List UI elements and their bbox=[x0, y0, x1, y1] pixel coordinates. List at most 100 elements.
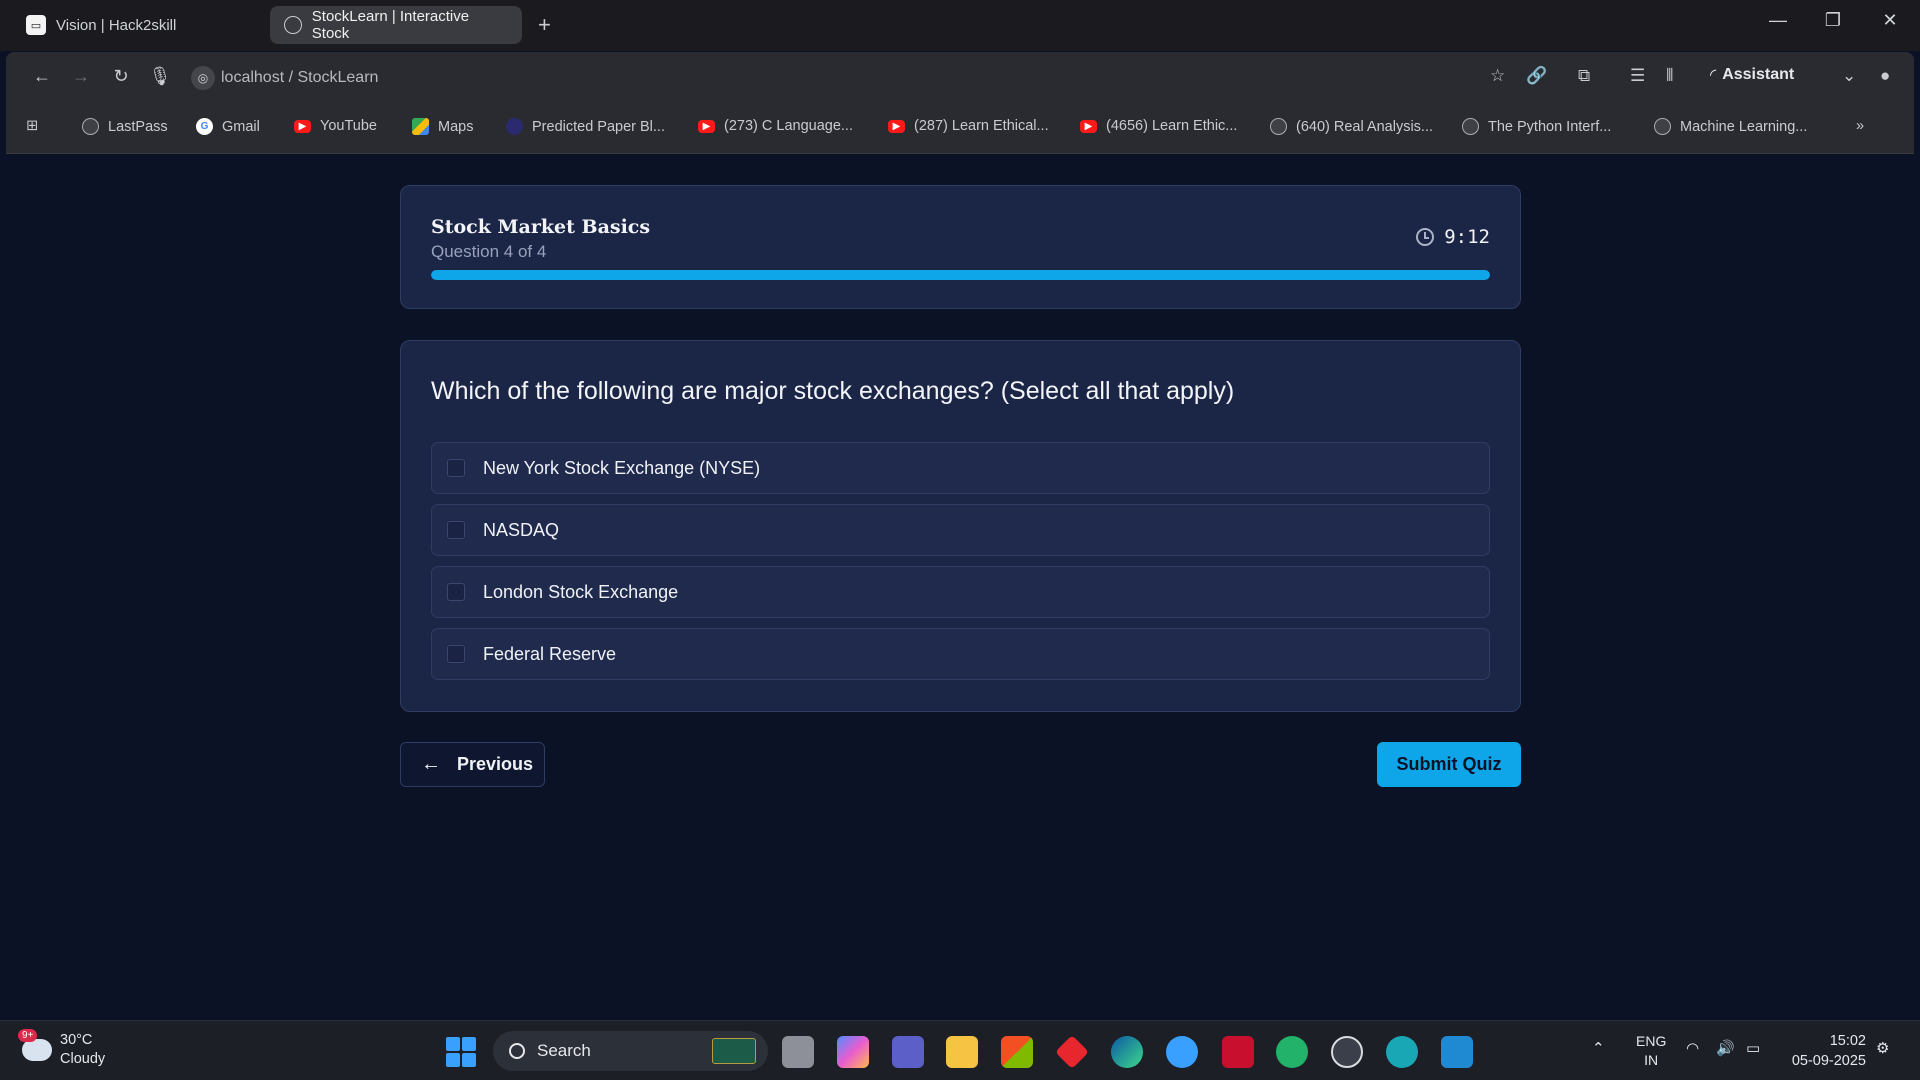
teams-icon[interactable] bbox=[892, 1036, 924, 1068]
bookmark-machine-learning[interactable]: Machine Learning... bbox=[1654, 118, 1807, 135]
vscode-icon[interactable] bbox=[1441, 1036, 1473, 1068]
reload-icon[interactable]: ↻ bbox=[107, 66, 135, 87]
browser-app-icon[interactable] bbox=[1386, 1036, 1418, 1068]
search-highlight-icon bbox=[712, 1038, 756, 1064]
media-player-icon[interactable] bbox=[1331, 1036, 1363, 1068]
quiz-timer: 9:12 bbox=[1416, 226, 1490, 248]
audio-icon[interactable]: ⦀ bbox=[1666, 66, 1673, 86]
tab-stocklearn[interactable]: StockLearn | Interactive Stock bbox=[270, 6, 522, 44]
option-label: NASDAQ bbox=[483, 519, 560, 540]
app-diamond-icon[interactable] bbox=[1055, 1035, 1089, 1069]
clock-icon bbox=[1416, 228, 1435, 246]
youtube-icon: ▶ bbox=[1080, 119, 1097, 133]
bookmark-label: Predicted Paper Bl... bbox=[532, 118, 665, 135]
microphone-icon[interactable]: 🎙 bbox=[146, 66, 174, 87]
question-card: Which of the following are major stock e… bbox=[400, 340, 1521, 712]
bookmark-ethical-1[interactable]: ▶ (287) Learn Ethical... bbox=[888, 118, 1049, 134]
address-field[interactable]: ◎ localhost / StockLearn bbox=[191, 62, 378, 94]
system-clock[interactable]: 15:02 05-09-2025 bbox=[1786, 1031, 1866, 1071]
chevron-up-icon[interactable]: ⌃ bbox=[1592, 1039, 1605, 1057]
restore-icon[interactable]: ❐ bbox=[1813, 10, 1853, 31]
previous-button[interactable]: ← Previous bbox=[400, 742, 545, 787]
assistant-button[interactable]: ◜ Assistant bbox=[1710, 65, 1794, 85]
globe-icon bbox=[284, 16, 302, 34]
checkbox[interactable] bbox=[447, 645, 465, 663]
forward-icon[interactable]: → bbox=[67, 66, 95, 87]
bookmark-maps[interactable]: Maps bbox=[412, 118, 473, 135]
bookmark-ethical-2[interactable]: ▶ (4656) Learn Ethic... bbox=[1080, 118, 1237, 134]
new-tab-icon[interactable]: + bbox=[538, 12, 551, 38]
apps-icon[interactable]: ⊞ bbox=[26, 118, 38, 134]
more-bookmarks-icon[interactable]: » bbox=[1856, 118, 1864, 134]
weather-widget[interactable]: 9+ 30°C Cloudy bbox=[18, 1029, 106, 1069]
option-nyse[interactable]: New York Stock Exchange (NYSE) bbox=[431, 442, 1490, 494]
checkbox[interactable] bbox=[447, 459, 465, 477]
question-counter: Question 4 of 4 bbox=[431, 242, 547, 261]
globe-icon bbox=[1462, 118, 1479, 135]
option-nasdaq[interactable]: NASDAQ bbox=[431, 504, 1490, 556]
taskbar-search[interactable]: Search bbox=[493, 1031, 768, 1071]
bookmark-label: (4656) Learn Ethic... bbox=[1106, 118, 1238, 134]
youtube-icon: ▶ bbox=[888, 119, 905, 133]
assistant-icon: ◜ bbox=[1710, 67, 1717, 84]
checkbox[interactable] bbox=[447, 583, 465, 601]
battery-icon[interactable]: ▭ bbox=[1746, 1039, 1760, 1057]
close-icon[interactable]: ✕ bbox=[1870, 10, 1910, 31]
weather-desc: Cloudy bbox=[60, 1051, 106, 1067]
previous-label: Previous bbox=[457, 754, 534, 774]
google-icon: G bbox=[196, 118, 213, 135]
windows-start-icon[interactable] bbox=[446, 1037, 476, 1067]
clock-date: 05-09-2025 bbox=[1791, 1053, 1866, 1069]
app-green-icon[interactable] bbox=[1276, 1036, 1308, 1068]
address-toolbar: ← → ↻ 🎙 ◎ localhost / StockLearn ☆ 🔗 ⧉ ☰… bbox=[6, 52, 1914, 104]
checkbox[interactable] bbox=[447, 521, 465, 539]
back-icon[interactable]: ← bbox=[28, 66, 56, 87]
option-label: Federal Reserve bbox=[483, 643, 617, 664]
mcafee-icon[interactable] bbox=[1222, 1036, 1254, 1068]
bookmark-c-language[interactable]: ▶ (273) C Language... bbox=[698, 118, 853, 134]
chevron-down-icon[interactable]: ⌄ bbox=[1842, 66, 1856, 86]
bookmark-label: (287) Learn Ethical... bbox=[914, 118, 1049, 134]
volume-icon[interactable]: 🔊 bbox=[1716, 1039, 1735, 1057]
bookmark-gmail[interactable]: G Gmail bbox=[196, 118, 260, 135]
quiz-page: Stock Market Basics Question 4 of 4 9:12… bbox=[6, 155, 1914, 1015]
bookmark-label: Machine Learning... bbox=[1680, 118, 1808, 135]
bookmark-python[interactable]: The Python Interf... bbox=[1462, 118, 1611, 135]
bookmarks-bar: ⊞ LastPass G Gmail ▶ YouTube Maps Predicte… bbox=[6, 104, 1914, 154]
help-icon[interactable] bbox=[1166, 1036, 1198, 1068]
bookmark-lastpass[interactable]: LastPass bbox=[82, 118, 168, 135]
youtube-icon: ▶ bbox=[698, 119, 715, 133]
browser-tab-bar: ▭ Vision | Hack2skill StockLearn | Inter… bbox=[0, 0, 1920, 51]
edge-icon[interactable] bbox=[1111, 1036, 1143, 1068]
link-icon[interactable]: 🔗 bbox=[1526, 66, 1547, 86]
arrow-left-icon: ← bbox=[421, 753, 441, 775]
option-federal-reserve[interactable]: Federal Reserve bbox=[431, 628, 1490, 680]
submit-quiz-button[interactable]: Submit Quiz bbox=[1377, 742, 1521, 787]
file-explorer-icon[interactable] bbox=[946, 1036, 978, 1068]
progress-fill bbox=[431, 270, 1490, 280]
maps-icon bbox=[412, 118, 429, 135]
extensions-icon[interactable]: ⧉ bbox=[1578, 66, 1590, 86]
profile-avatar[interactable]: ● bbox=[1880, 66, 1890, 86]
reading-list-icon[interactable]: ☰ bbox=[1630, 66, 1645, 86]
star-icon[interactable]: ☆ bbox=[1490, 66, 1505, 86]
bookmark-predicted-paper[interactable]: Predicted Paper Bl... bbox=[506, 118, 665, 135]
language-label: ENG bbox=[1636, 1033, 1667, 1049]
minimize-icon[interactable]: — bbox=[1758, 10, 1798, 31]
bookmark-label: (273) C Language... bbox=[724, 118, 853, 134]
copilot-icon[interactable] bbox=[837, 1036, 869, 1068]
tab-label: Vision | Hack2skill bbox=[56, 16, 177, 34]
vision-favicon-icon: ▭ bbox=[26, 15, 46, 35]
option-lse[interactable]: London Stock Exchange bbox=[431, 566, 1490, 618]
bookmark-real-analysis[interactable]: (640) Real Analysis... bbox=[1270, 118, 1433, 135]
wifi-icon[interactable]: ◠ bbox=[1686, 1039, 1699, 1057]
tab-vision[interactable]: ▭ Vision | Hack2skill bbox=[12, 6, 267, 44]
notifications-icon[interactable]: ⚙ bbox=[1876, 1039, 1889, 1057]
task-view-icon[interactable] bbox=[782, 1036, 814, 1068]
timer-value: 9:12 bbox=[1444, 226, 1490, 248]
search-icon bbox=[509, 1043, 525, 1059]
store-icon[interactable] bbox=[1001, 1036, 1033, 1068]
option-label: New York Stock Exchange (NYSE) bbox=[483, 457, 761, 478]
site-info-icon[interactable]: ◎ bbox=[191, 66, 215, 90]
bookmark-youtube[interactable]: ▶ YouTube bbox=[294, 118, 377, 134]
